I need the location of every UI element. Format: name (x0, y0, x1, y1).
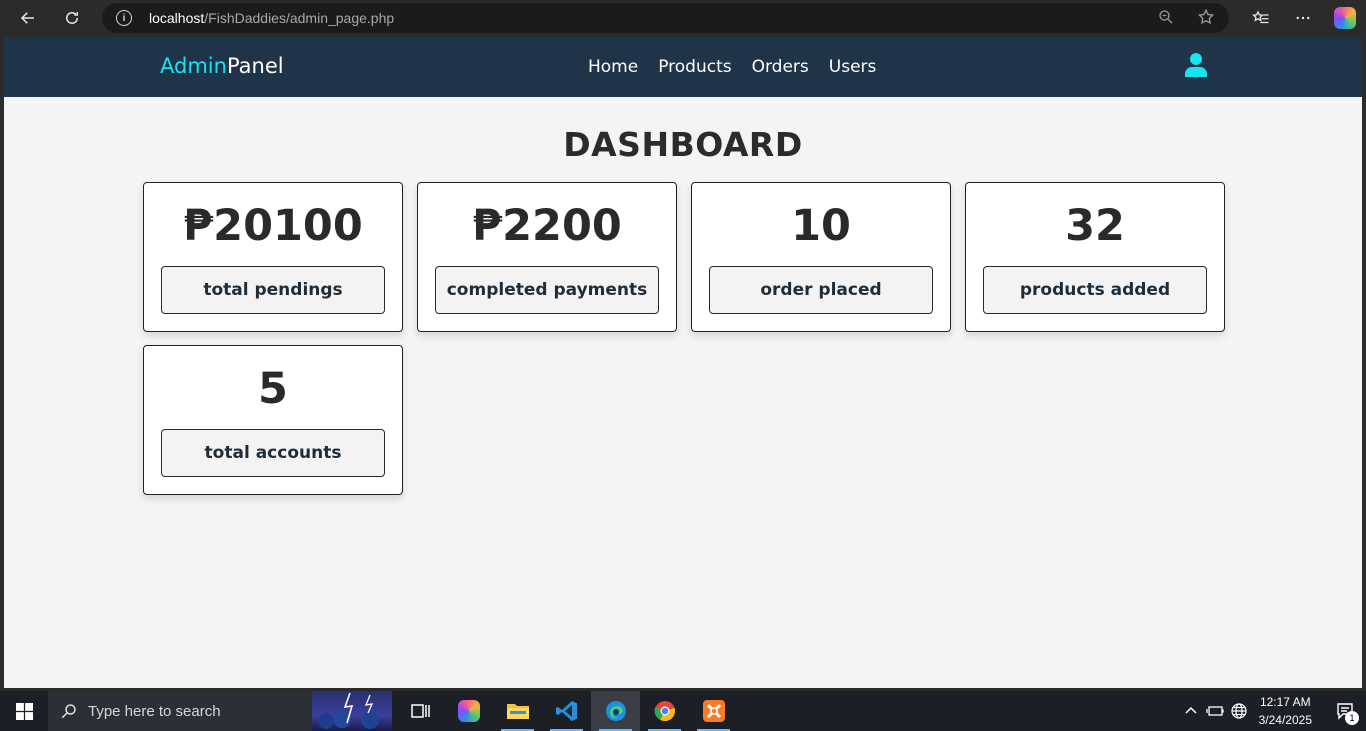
nav-users-link[interactable]: Users (829, 57, 877, 77)
more-options-button[interactable] (1282, 3, 1324, 33)
info-icon[interactable]: i (116, 10, 132, 26)
back-button[interactable] (10, 3, 46, 33)
copilot-icon (1334, 7, 1356, 29)
order-placed-button[interactable]: order placed (709, 266, 933, 314)
chrome-icon (654, 701, 675, 722)
products-added-button[interactable]: products added (983, 266, 1207, 314)
back-arrow-icon (20, 12, 34, 24)
dashboard-cards: ₱20100 total pendings ₱2200 completed pa… (143, 182, 1225, 495)
address-bar[interactable]: i localhost/FishDaddies/admin_page.php (102, 3, 1229, 33)
url-path: /FishDaddies/admin_page.php (204, 10, 395, 26)
stat-value: 10 (791, 201, 851, 251)
task-view-icon (410, 704, 430, 718)
notification-count-badge: 1 (1345, 711, 1359, 725)
favorites-list-icon (1252, 10, 1269, 24)
system-tray: 12:17 AM 3/24/2025 1 (1179, 691, 1366, 731)
xampp-icon (702, 700, 725, 722)
search-icon (61, 704, 76, 719)
zoom-out-icon[interactable] (1157, 8, 1175, 26)
stat-value: 32 (1065, 201, 1125, 251)
copilot-taskbar-button[interactable] (444, 691, 493, 731)
main-nav: Home Products Orders Users (588, 57, 876, 77)
windows-taskbar: Type here to search 12:17 AM 3/24/2025 1 (0, 691, 1366, 731)
stat-card-order-placed: 10 order placed (691, 182, 951, 332)
browser-toolbar: i localhost/FishDaddies/admin_page.php (0, 0, 1366, 37)
favorite-star-icon[interactable] (1197, 8, 1215, 26)
network-button[interactable] (1227, 691, 1251, 731)
clock[interactable]: 12:17 AM 3/24/2025 (1251, 693, 1324, 729)
battery-button[interactable] (1203, 691, 1227, 731)
admin-panel-logo[interactable]: AdminPanel (160, 54, 284, 78)
folder-icon (506, 704, 529, 719)
search-highlight-image (312, 691, 392, 731)
vscode-icon (555, 701, 577, 721)
globe-icon (1231, 703, 1247, 719)
search-placeholder: Type here to search (88, 702, 221, 720)
clock-date: 3/24/2025 (1258, 713, 1312, 727)
completed-payments-button[interactable]: completed payments (435, 266, 659, 314)
stat-card-total-accounts: 5 total accounts (143, 345, 403, 495)
refresh-button[interactable] (54, 3, 90, 33)
stat-card-products-added: 32 products added (965, 182, 1225, 332)
clock-time: 12:17 AM (1259, 695, 1311, 709)
ellipsis-icon (1296, 16, 1310, 20)
edge-icon (605, 701, 626, 721)
admin-header: AdminPanel Home Products Orders Users (4, 37, 1362, 97)
stat-value: ₱2200 (472, 201, 622, 251)
notification-center-button[interactable]: 1 (1324, 691, 1366, 731)
show-hidden-icons-button[interactable] (1179, 691, 1203, 731)
favorites-button[interactable] (1240, 3, 1282, 33)
task-view-button[interactable] (395, 691, 444, 731)
page-viewport: AdminPanel Home Products Orders Users DA… (4, 37, 1362, 688)
total-accounts-button[interactable]: total accounts (161, 429, 385, 477)
edge-button[interactable] (591, 691, 640, 731)
refresh-icon (66, 12, 78, 24)
total-pendings-button[interactable]: total pendings (161, 266, 385, 314)
stat-card-total-pendings: ₱20100 total pendings (143, 182, 403, 332)
url-host: localhost (149, 10, 205, 26)
logo-accent-text: Admin (160, 54, 227, 78)
nav-orders-link[interactable]: Orders (752, 57, 809, 77)
nav-products-link[interactable]: Products (658, 57, 731, 77)
copilot-button[interactable] (1324, 3, 1366, 33)
page-title: DASHBOARD (563, 125, 803, 164)
nav-home-link[interactable]: Home (588, 57, 638, 77)
vscode-button[interactable] (542, 691, 591, 731)
stat-value: 5 (258, 364, 288, 414)
file-explorer-button[interactable] (493, 691, 542, 731)
chevron-up-icon (1185, 706, 1197, 714)
windows-logo-icon (15, 702, 33, 720)
stat-value: ₱20100 (183, 201, 363, 251)
stat-card-completed-payments: ₱2200 completed payments (417, 182, 677, 332)
chrome-button[interactable] (640, 691, 689, 731)
battery-plug-icon (1205, 706, 1224, 716)
logo-rest-text: Panel (226, 54, 284, 78)
copilot-app-icon (457, 700, 480, 722)
user-icon[interactable] (1185, 53, 1207, 77)
xampp-button[interactable] (689, 691, 738, 731)
start-button[interactable] (0, 691, 48, 731)
taskbar-search[interactable]: Type here to search (48, 691, 392, 731)
